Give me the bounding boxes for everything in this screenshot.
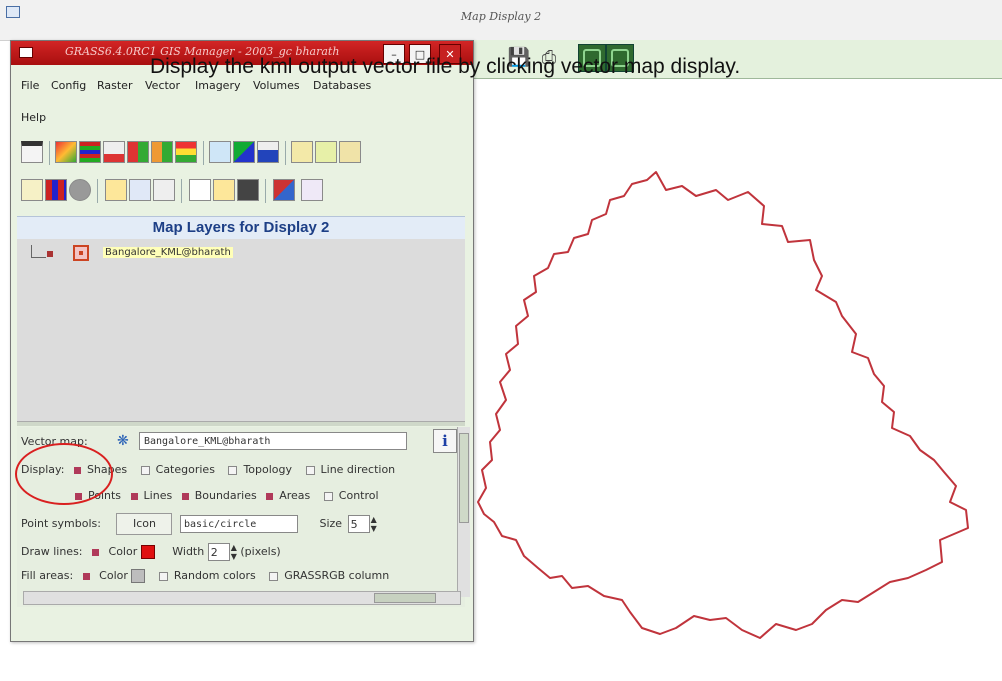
draw-lines-label: Draw lines:: [21, 545, 83, 558]
new-file-icon[interactable]: [189, 179, 211, 201]
layer-checkbox[interactable]: [47, 251, 53, 257]
raster-icon[interactable]: [55, 141, 77, 163]
fill-color-label: Color: [99, 569, 128, 582]
spinner-arrows-icon[interactable]: ▲ ▼: [371, 515, 377, 533]
settings-icon[interactable]: [69, 179, 91, 201]
categories-checkbox[interactable]: [140, 465, 150, 475]
layer-tree: Bangalore_KML@bharath: [17, 239, 465, 421]
topology-checkbox[interactable]: [228, 465, 238, 475]
gis-manager-window: GRASS6.4.0RC1 GIS Manager - 2003_gc bhar…: [10, 40, 474, 642]
bangalore-boundary-map: [477, 171, 969, 639]
copy-icon[interactable]: [129, 179, 151, 201]
menu-help[interactable]: Help: [21, 111, 46, 124]
histogram-icon[interactable]: [103, 141, 125, 163]
instruction-caption: Display the kml output vector file by cl…: [150, 55, 741, 78]
window-icon: [19, 47, 33, 58]
chart-icon[interactable]: [257, 141, 279, 163]
legend-icon[interactable]: [175, 141, 197, 163]
properties-vertical-scrollbar[interactable]: [457, 427, 470, 597]
random-colors-label: Random colors: [173, 569, 256, 582]
point-symbols-row: Point symbols: Icon basic/circle Size 5 ▲…: [21, 513, 377, 535]
thematic-icon[interactable]: [233, 141, 255, 163]
symbol-input[interactable]: basic/circle: [179, 515, 298, 533]
digitize-icon[interactable]: [301, 179, 323, 201]
add-group-icon[interactable]: [105, 179, 127, 201]
menu-imagery[interactable]: Imagery: [195, 79, 240, 92]
fill-areas-checkbox[interactable]: [82, 572, 90, 580]
cell-values-icon[interactable]: [127, 141, 149, 163]
line-color-label: Color: [108, 545, 138, 558]
draw-lines-row: Draw lines: Color Width 2 ▲ ▼ (pixels): [21, 543, 281, 561]
fill-color-swatch[interactable]: [131, 569, 146, 583]
menu-vector[interactable]: Vector: [145, 79, 180, 92]
line-direction-checkbox[interactable]: [305, 465, 315, 475]
vector-map-input[interactable]: Bangalore_KML@bharath: [139, 432, 407, 450]
scrollbar-thumb[interactable]: [374, 593, 436, 603]
text-icon[interactable]: [315, 141, 337, 163]
grid-icon[interactable]: [291, 141, 313, 163]
toolbar-row-2: [21, 179, 461, 205]
numbers-icon[interactable]: [151, 141, 173, 163]
properties-horizontal-scrollbar[interactable]: [23, 591, 461, 605]
areas-label: Areas: [279, 489, 311, 502]
lines-label: Lines: [143, 489, 173, 502]
label-icon[interactable]: [339, 141, 361, 163]
icon-button[interactable]: Icon: [116, 513, 173, 535]
raster-rgb-icon[interactable]: [79, 141, 101, 163]
save-file-icon[interactable]: [237, 179, 259, 201]
fill-areas-row: Fill areas: Color Random colors GRASSRGB…: [21, 569, 389, 583]
random-colors-checkbox[interactable]: [158, 571, 168, 581]
bangalore-boundary: [477, 171, 969, 639]
scale-icon[interactable]: [21, 179, 43, 201]
areas-checkbox[interactable]: [266, 492, 274, 500]
boundaries-label: Boundaries: [194, 489, 257, 502]
vector-layer-icon: [73, 245, 89, 261]
nviz-icon[interactable]: [273, 179, 295, 201]
spinner-arrows-icon[interactable]: ▲ ▼: [231, 543, 237, 561]
size-label: Size: [319, 517, 343, 530]
point-symbols-label: Point symbols:: [21, 517, 101, 530]
highlight-circle: [15, 443, 113, 505]
scrollbar-thumb[interactable]: [459, 433, 469, 523]
width-label: Width: [172, 545, 205, 558]
menu-file[interactable]: File: [21, 79, 39, 92]
new-display-icon[interactable]: [21, 141, 43, 163]
panel-splitter[interactable]: [17, 421, 465, 426]
menu-config[interactable]: Config: [51, 79, 86, 92]
grid-overlay-icon[interactable]: [45, 179, 67, 201]
open-file-icon[interactable]: [213, 179, 235, 201]
width-spinner[interactable]: 2: [207, 543, 230, 561]
display-row-2: Points Lines Boundaries Areas Control: [69, 489, 379, 502]
select-vector-icon[interactable]: ❋: [117, 433, 135, 451]
line-color-swatch[interactable]: [140, 545, 155, 559]
map-display-title: Map Display 2: [460, 10, 542, 23]
lines-checkbox[interactable]: [130, 492, 138, 500]
tree-connector: [31, 245, 46, 258]
line-direction-label: Line direction: [320, 463, 396, 476]
menu-raster[interactable]: Raster: [97, 79, 132, 92]
grassrgb-checkbox[interactable]: [269, 571, 279, 581]
menu-bar: File Config Raster Vector Imagery Volume…: [17, 79, 467, 97]
vector-icon[interactable]: [209, 141, 231, 163]
map-canvas[interactable]: [470, 130, 1002, 677]
topology-label: Topology: [243, 463, 293, 476]
categories-label: Categories: [155, 463, 215, 476]
size-spinner[interactable]: 5: [347, 515, 370, 533]
menu-volumes[interactable]: Volumes: [253, 79, 300, 92]
layer-name[interactable]: Bangalore_KML@bharath: [103, 247, 233, 258]
control-checkbox[interactable]: [323, 491, 333, 501]
toolbar-row-1: [21, 141, 461, 167]
grassrgb-label: GRASSRGB column: [284, 569, 390, 582]
layers-panel-header: Map Layers for Display 2: [17, 216, 465, 240]
boundaries-checkbox[interactable]: [181, 492, 189, 500]
menu-databases[interactable]: Databases: [313, 79, 371, 92]
pixels-label: (pixels): [240, 545, 281, 558]
control-label: Control: [338, 489, 379, 502]
map-display-titlebar: Map Display 2: [0, 0, 1002, 41]
cut-icon[interactable]: [153, 179, 175, 201]
info-button[interactable]: i: [433, 429, 457, 453]
draw-lines-checkbox[interactable]: [92, 548, 100, 556]
fill-areas-label: Fill areas:: [21, 569, 74, 582]
